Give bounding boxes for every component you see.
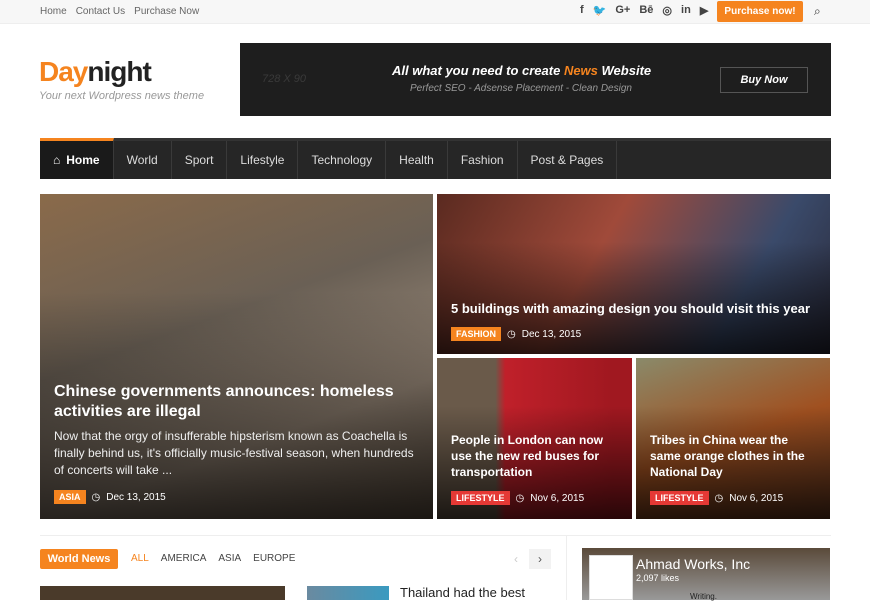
top-bar: Home Contact Us Purchase Now f 🐦 G+ Bē ◎…	[0, 0, 870, 24]
ad-banner[interactable]: 728 X 90 All what you need to create New…	[240, 43, 831, 116]
logo-day: Day	[39, 56, 88, 87]
clock-icon: ◷	[507, 328, 516, 340]
banner-subline: Perfect SEO - Adsense Placement - Clean …	[410, 83, 632, 94]
page-name[interactable]: Ahmad Works, Inc	[636, 556, 750, 572]
nav-lifestyle[interactable]: Lifestyle	[227, 141, 299, 179]
page-likes: 2,097 likes	[636, 573, 680, 583]
banner-head-post: Website	[597, 63, 652, 78]
banner-headline: All what you need to create News Website	[392, 63, 651, 78]
article-title[interactable]: Tribes in China wear the same orange clo…	[650, 432, 816, 480]
hero-top-article[interactable]: 5 buildings with amazing design you shou…	[437, 194, 830, 354]
nav-sport[interactable]: Sport	[172, 141, 228, 179]
article-excerpt: Now that the orgy of insufferable hipste…	[54, 429, 414, 477]
nav-technology[interactable]: Technology	[298, 141, 387, 179]
article-date: Dec 13, 2015	[521, 328, 582, 340]
article-date: Nov 6, 2015	[729, 492, 784, 504]
world-news-label: World News	[40, 549, 118, 569]
category-tag[interactable]: ASIA	[54, 490, 86, 504]
clock-icon: ◷	[714, 492, 724, 504]
behance-icon[interactable]: Bē	[639, 4, 653, 17]
nav-label: Home	[66, 153, 100, 167]
article-title[interactable]: 5 buildings with amazing design you shou…	[451, 301, 816, 316]
top-link-purchase[interactable]: Purchase Now	[134, 6, 199, 17]
nav-post-pages[interactable]: Post & Pages	[518, 141, 618, 179]
buy-now-button[interactable]: Buy Now	[720, 67, 808, 93]
banner-head-pre: All what you need to create	[392, 63, 564, 78]
nav-world[interactable]: World	[114, 141, 172, 179]
divider	[40, 535, 831, 536]
nav-fashion[interactable]: Fashion	[448, 141, 518, 179]
hero-left-article[interactable]: People in London can now use the new red…	[437, 358, 632, 519]
facebook-icon[interactable]: f	[580, 4, 584, 17]
filter-all[interactable]: ALL	[131, 553, 149, 564]
twitter-icon[interactable]: 🐦	[593, 4, 607, 17]
article-date: Dec 13, 2015	[106, 491, 166, 503]
purchase-button[interactable]: Purchase now!	[717, 1, 803, 22]
top-links: Home Contact Us Purchase Now	[40, 6, 199, 17]
category-tag[interactable]: FASHION	[451, 327, 502, 341]
home-icon: ⌂	[53, 153, 61, 167]
hero-main-article[interactable]: Chinese governments announces: homeless …	[40, 194, 433, 519]
clock-icon: ◷	[515, 492, 525, 504]
nav-health[interactable]: Health	[386, 141, 448, 179]
search-icon[interactable]: ⌕	[814, 4, 821, 19]
filter-europe[interactable]: EUROPE	[253, 553, 295, 564]
article-thumbnail[interactable]	[40, 586, 285, 600]
social-links: f 🐦 G+ Bē ◎ in ▶	[580, 4, 708, 17]
facebook-widget[interactable]: Ahmad Works, Inc 2,097 likes Writing.	[582, 548, 830, 601]
prev-button[interactable]: ‹	[505, 549, 527, 569]
banner-size: 728 X 90	[262, 73, 307, 85]
news-filters: ALL AMERICA ASIA EUROPE	[131, 553, 295, 564]
hero-right-article[interactable]: Tribes in China wear the same orange clo…	[636, 358, 830, 519]
tagline: Your next Wordpress news theme	[39, 90, 205, 102]
linkedin-icon[interactable]: in	[681, 4, 691, 17]
banner-head-accent: News	[563, 63, 598, 78]
nav-home[interactable]: ⌂ Home	[40, 138, 114, 179]
article-title[interactable]: People in London can now use the new red…	[451, 432, 618, 480]
article-thumbnail[interactable]	[307, 586, 389, 600]
article-title[interactable]: Thailand had the best	[400, 585, 525, 600]
logo-night: night	[87, 56, 151, 87]
divider	[566, 536, 567, 600]
category-tag[interactable]: LIFESTYLE	[650, 491, 709, 505]
dribbble-icon[interactable]: ◎	[662, 4, 672, 17]
filter-america[interactable]: AMERICA	[161, 553, 207, 564]
youtube-icon[interactable]: ▶	[700, 4, 708, 17]
article-date: Nov 6, 2015	[530, 492, 585, 504]
logo[interactable]: Daynight	[39, 56, 152, 88]
main-nav: ⌂ Home World Sport Lifestyle Technology H…	[40, 138, 831, 179]
top-link-home[interactable]: Home	[40, 6, 67, 17]
clock-icon: ◷	[91, 491, 101, 503]
article-title[interactable]: Chinese governments announces: homeless …	[54, 382, 419, 422]
article-meta: LIFESTYLE ◷ Nov 6, 2015	[451, 491, 584, 505]
article-meta: ASIA ◷ Dec 13, 2015	[54, 490, 166, 504]
next-button[interactable]: ›	[529, 549, 551, 569]
filter-asia[interactable]: ASIA	[218, 553, 241, 564]
google-plus-icon[interactable]: G+	[615, 4, 630, 17]
article-meta: FASHION ◷ Dec 13, 2015	[451, 327, 581, 341]
article-meta: LIFESTYLE ◷ Nov 6, 2015	[650, 491, 783, 505]
page-avatar	[589, 555, 633, 600]
category-tag[interactable]: LIFESTYLE	[451, 491, 510, 505]
top-link-contact[interactable]: Contact Us	[76, 6, 125, 17]
